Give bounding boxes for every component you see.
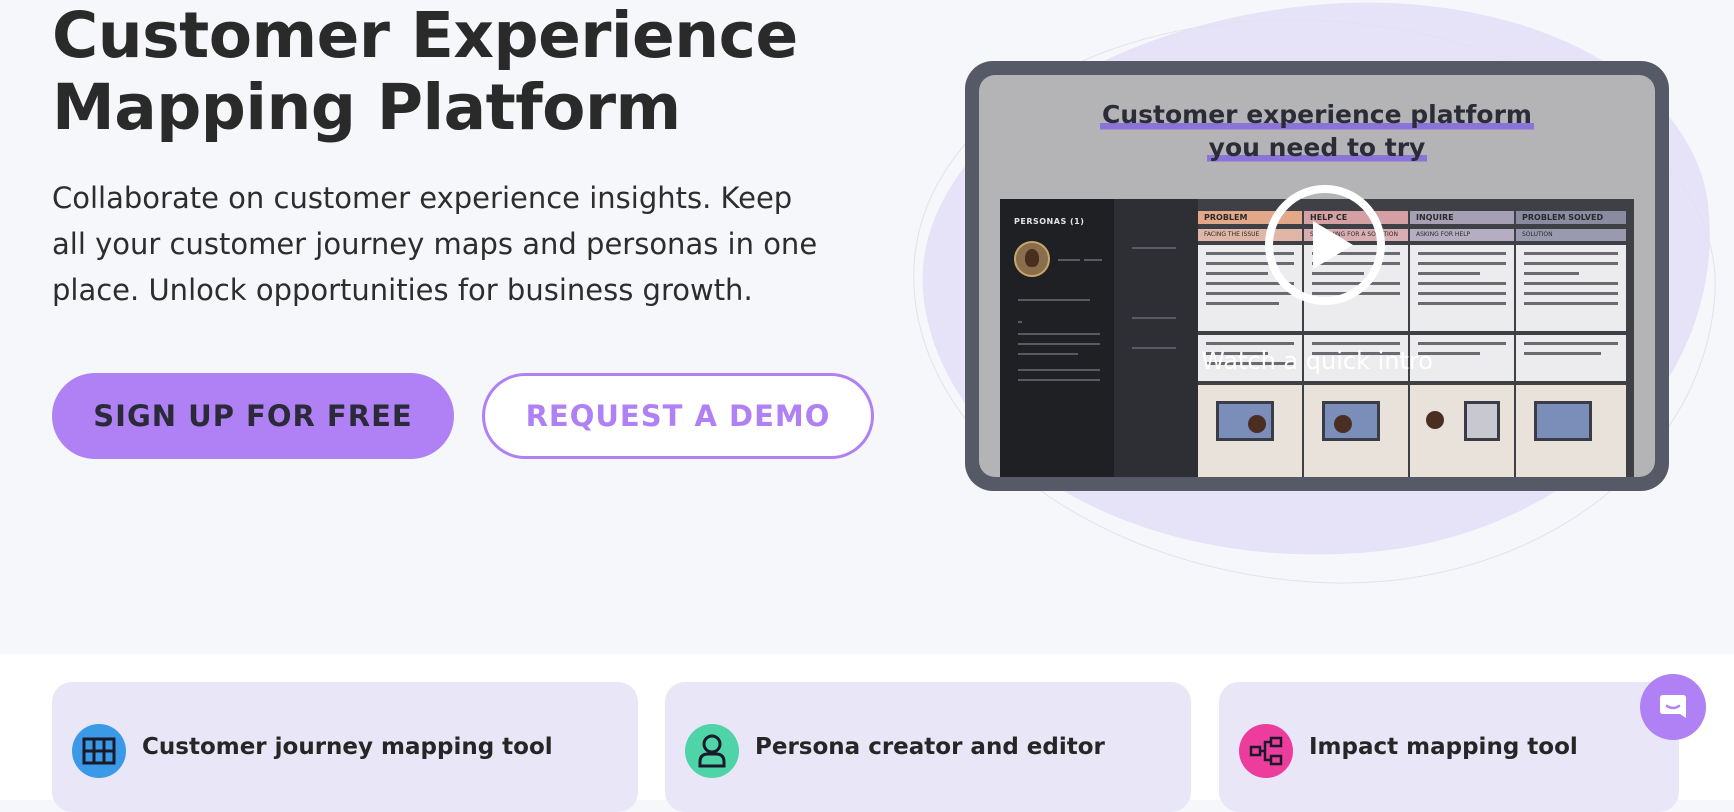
watch-intro-label: Watch a quick intro — [1201, 347, 1433, 375]
preview-sidebar-line — [1018, 379, 1100, 381]
preview-sidebar-bullet — [1018, 321, 1022, 323]
page-title-line-1: Customer Experience — [52, 0, 798, 72]
preview-journey-grid: PROBLEM HELP CE INQUIRE PROBLEM SOLVED F… — [1198, 199, 1634, 477]
preview-grid-cell — [1410, 245, 1514, 331]
play-icon[interactable] — [1265, 185, 1385, 305]
preview-grid-cell — [1516, 245, 1626, 331]
sign-up-button[interactable]: SIGN UP FOR FREE — [52, 373, 454, 459]
preview-substage: SOLUTION — [1516, 229, 1626, 241]
intro-video-player[interactable]: Customer experience platform you need to… — [965, 61, 1669, 491]
hero-description: Collaborate on customer experience insig… — [52, 176, 872, 313]
video-caption-line-1: Customer experience platform — [1100, 99, 1534, 132]
video-screen: Customer experience platform you need to… — [979, 75, 1655, 477]
feature-label: Impact mapping tool — [1309, 734, 1578, 760]
hero-description-line-2: all your customer journey maps and perso… — [52, 226, 818, 261]
hero-description-line-3: place. Unlock opportunities for business… — [52, 272, 753, 307]
page-title-line-2: Mapping Platform — [52, 70, 681, 144]
preview-illustration — [1516, 385, 1626, 477]
flow-chart-icon — [1239, 724, 1293, 778]
preview-substage: ASKING FOR HELP — [1410, 229, 1514, 241]
preview-row-label-line — [1132, 317, 1176, 319]
feature-label: Persona creator and editor — [755, 734, 1105, 760]
preview-personas-sidebar: PERSONAS (1) — [1000, 199, 1114, 477]
preview-sidebar-line — [1018, 333, 1100, 335]
feature-card-journey-mapping[interactable]: Customer journey mapping tool — [52, 682, 638, 812]
preview-illustration — [1304, 385, 1408, 477]
user-icon — [685, 724, 739, 778]
preview-row-label-line — [1132, 247, 1176, 249]
preview-sidebar-line — [1084, 259, 1102, 261]
page-title: Customer Experience Mapping Platform — [52, 0, 952, 144]
preview-illustration — [1410, 385, 1514, 477]
feature-card-impact-mapping[interactable]: Impact mapping tool — [1219, 682, 1679, 812]
chat-launcher-button[interactable] — [1640, 674, 1706, 740]
video-caption: Customer experience platform you need to… — [979, 99, 1655, 164]
grid-table-icon — [72, 724, 126, 778]
preview-personas-label: PERSONAS (1) — [1014, 217, 1085, 226]
preview-stage-header: PROBLEM SOLVED — [1516, 211, 1626, 224]
preview-stage-header: INQUIRE — [1410, 211, 1514, 224]
preview-sidebar-line — [1018, 343, 1100, 345]
video-caption-line-2: you need to try — [1206, 131, 1428, 164]
feature-label: Customer journey mapping tool — [142, 734, 553, 760]
request-demo-button[interactable]: REQUEST A DEMO — [482, 373, 874, 459]
preview-illustration — [1198, 385, 1302, 477]
hero-description-line-1: Collaborate on customer experience insig… — [52, 181, 793, 215]
feature-card-persona-creator[interactable]: Persona creator and editor — [665, 682, 1191, 812]
preview-sidebar-line — [1018, 299, 1090, 301]
preview-persona-avatar — [1014, 241, 1050, 277]
chat-icon — [1660, 695, 1686, 718]
preview-row-labels — [1114, 199, 1198, 477]
preview-sidebar-line — [1058, 259, 1080, 261]
